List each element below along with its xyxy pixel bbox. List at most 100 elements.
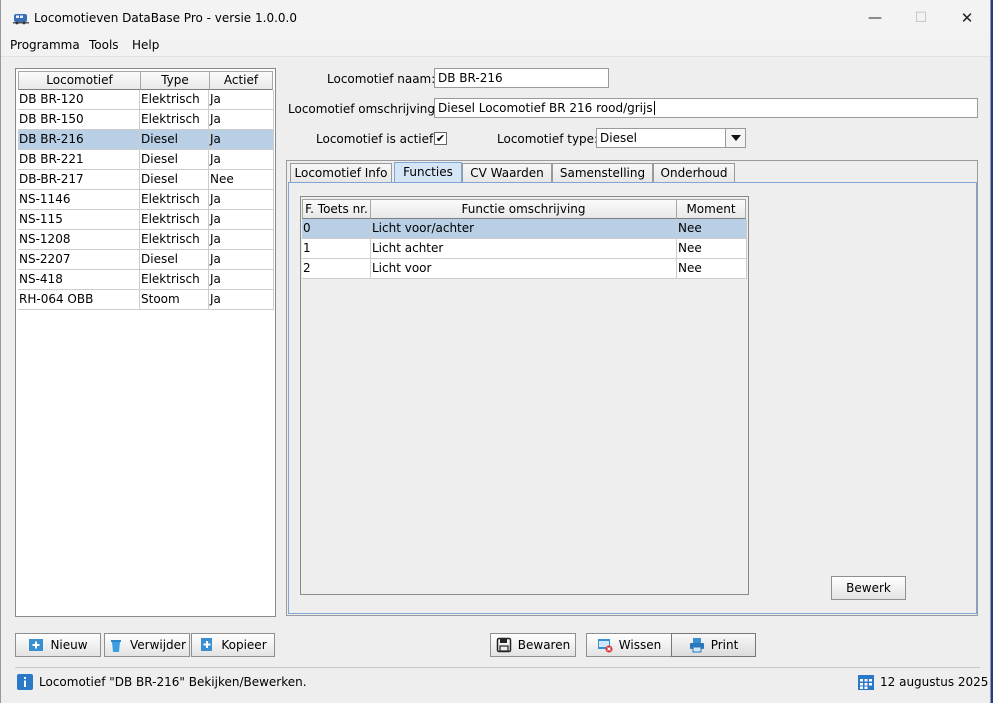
naam-label: Locomotief naam:	[327, 72, 436, 86]
tab-locomotief-info[interactable]: Locomotief Info	[290, 163, 392, 183]
table-row[interactable]: NS-1208 Elektrisch Ja	[18, 230, 274, 250]
table-row[interactable]: DB-BR-217 Diesel Nee	[18, 170, 274, 190]
table-row[interactable]: 0 Licht voor/achter Nee	[302, 219, 747, 239]
table-row[interactable]: NS-1146 Elektrisch Ja	[18, 190, 274, 210]
status-date: 12 augustus 2025	[880, 675, 989, 689]
cell-actief: Ja	[209, 90, 274, 110]
tab-functies[interactable]: Functies	[394, 162, 462, 183]
status-message: Locomotief "DB BR-216" Bekijken/Bewerken…	[39, 675, 307, 689]
maximize-button[interactable]: ☐	[898, 0, 944, 35]
cell-f-toets: 1	[302, 239, 371, 259]
add-icon	[29, 639, 44, 651]
cell-locomotief: DB BR-150	[18, 110, 140, 130]
column-header-f-toets[interactable]: F. Toets nr.	[302, 199, 371, 219]
omschrijving-value: Diesel Locomotief BR 216 rood/grijs	[438, 101, 653, 115]
menu-bar: Programma Tools Help	[1, 35, 990, 57]
window-title: Locomotieven DataBase Pro - versie 1.0.0…	[34, 11, 297, 25]
cell-moment: Nee	[677, 259, 747, 279]
locomotive-table-header: Locomotief Type Actief	[16, 69, 275, 90]
printer-icon	[689, 638, 704, 653]
copy-icon	[201, 638, 213, 651]
table-row[interactable]: NS-2207 Diesel Ja	[18, 250, 274, 270]
tab-samenstelling[interactable]: Samenstelling	[552, 163, 653, 183]
table-row[interactable]: DB BR-120 Elektrisch Ja	[18, 90, 274, 110]
cell-locomotief: DB BR-120	[18, 90, 140, 110]
calendar-icon	[858, 675, 874, 690]
verwijder-button[interactable]: Verwijder	[104, 633, 190, 657]
cell-locomotief: DB BR-221	[18, 150, 140, 170]
column-header-locomotief[interactable]: Locomotief	[18, 71, 141, 90]
cell-locomotief: RH-064 OBB	[18, 290, 140, 310]
cell-locomotief: NS-1146	[18, 190, 140, 210]
cell-locomotief: NS-1208	[18, 230, 140, 250]
table-row[interactable]: NS-115 Elektrisch Ja	[18, 210, 274, 230]
table-row[interactable]: DB BR-150 Elektrisch Ja	[18, 110, 274, 130]
cell-actief: Ja	[209, 190, 274, 210]
cell-moment: Nee	[677, 219, 747, 239]
table-row[interactable]: DB BR-221 Diesel Ja	[18, 150, 274, 170]
minimize-button[interactable]: —	[852, 0, 898, 35]
chevron-down-icon	[730, 135, 741, 141]
column-header-moment[interactable]: Moment	[676, 199, 746, 219]
cell-functie-omschrijving: Licht voor/achter	[371, 219, 677, 239]
cell-actief: Nee	[209, 170, 274, 190]
save-icon	[496, 637, 512, 653]
table-row[interactable]: NS-418 Elektrisch Ja	[18, 270, 274, 290]
cell-actief: Ja	[209, 150, 274, 170]
tab-onderhoud[interactable]: Onderhoud	[653, 163, 735, 183]
table-row[interactable]: RH-064 OBB Stoom Ja	[18, 290, 274, 310]
app-window: Locomotieven DataBase Pro - versie 1.0.0…	[0, 0, 991, 703]
cell-type: Diesel	[140, 170, 209, 190]
type-dropdown-button[interactable]	[725, 129, 745, 147]
cell-functie-omschrijving: Licht voor	[371, 259, 677, 279]
bewaren-button-label: Bewaren	[517, 638, 571, 652]
cell-actief: Ja	[209, 290, 274, 310]
functions-table: F. Toets nr. Functie omschrijving Moment…	[300, 196, 749, 595]
cell-actief: Ja	[209, 270, 274, 290]
cell-moment: Nee	[677, 239, 747, 259]
kopieer-button[interactable]: Kopieer	[191, 633, 275, 657]
cell-type: Elektrisch	[140, 190, 209, 210]
type-combobox[interactable]: Diesel	[596, 128, 746, 148]
cell-actief: Ja	[209, 230, 274, 250]
column-header-actief[interactable]: Actief	[209, 71, 273, 90]
omschrijving-input[interactable]: Diesel Locomotief BR 216 rood/grijs​	[434, 98, 978, 118]
cell-locomotief: DB BR-216	[18, 130, 140, 150]
column-header-type[interactable]: Type	[140, 71, 210, 90]
text-cursor: ​	[653, 101, 655, 115]
bewerk-button-label: Bewerk	[846, 581, 891, 595]
table-row[interactable]: 2 Licht voor Nee	[302, 259, 747, 279]
table-row[interactable]: 1 Licht achter Nee	[302, 239, 747, 259]
wissen-button-label: Wissen	[618, 638, 662, 652]
cell-locomotief: NS-418	[18, 270, 140, 290]
nieuw-button[interactable]: Nieuw	[15, 633, 101, 657]
naam-input[interactable]: DB BR-216	[434, 68, 609, 88]
cell-type: Elektrisch	[140, 230, 209, 250]
cell-type: Elektrisch	[140, 210, 209, 230]
bewaren-button[interactable]: Bewaren	[490, 633, 576, 657]
cell-actief: Ja	[209, 130, 274, 150]
print-button[interactable]: Print	[671, 633, 756, 657]
clear-icon	[597, 639, 613, 653]
cell-actief: Ja	[209, 210, 274, 230]
cell-actief: Ja	[209, 250, 274, 270]
bewerk-button[interactable]: Bewerk	[831, 576, 906, 600]
menu-help[interactable]: Help	[132, 38, 159, 52]
type-selected-value: Diesel	[600, 131, 637, 145]
print-button-label: Print	[710, 638, 739, 652]
cell-type: Elektrisch	[140, 270, 209, 290]
cell-locomotief: NS-2207	[18, 250, 140, 270]
close-button[interactable]: ✕	[944, 0, 990, 35]
trash-icon	[110, 640, 121, 652]
cell-locomotief: NS-115	[18, 210, 140, 230]
menu-tools[interactable]: Tools	[89, 38, 119, 52]
tab-cv-waarden[interactable]: CV Waarden	[462, 163, 552, 183]
cell-functie-omschrijving: Licht achter	[371, 239, 677, 259]
table-row[interactable]: DB BR-216 Diesel Ja	[18, 130, 274, 150]
column-header-functie-omschrijving[interactable]: Functie omschrijving	[370, 199, 677, 219]
wissen-button[interactable]: Wissen	[586, 633, 672, 657]
cell-type: Diesel	[140, 130, 209, 150]
menu-programma[interactable]: Programma	[10, 38, 80, 52]
actief-checkbox[interactable]: ✔	[434, 132, 447, 145]
verwijder-button-label: Verwijder	[129, 638, 186, 652]
